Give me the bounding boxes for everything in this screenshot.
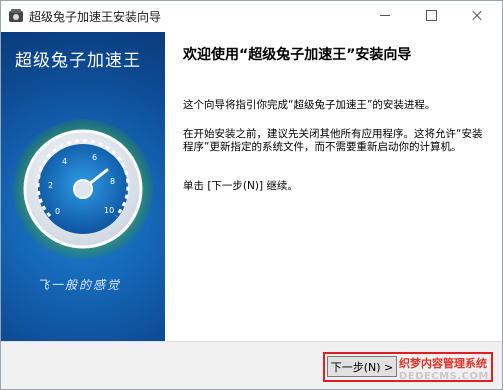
window-title: 超级兔子加速王安装向导 <box>29 10 162 24</box>
installer-window: 超级兔子加速王安装向导 超级兔子加速王 0 2 4 6 8 10 飞一般的感觉 … <box>0 0 503 390</box>
watermark-text: 织梦内容管理系统 <box>399 357 487 370</box>
continue-instruction: 单击 [下一步(N)] 继续。 <box>183 180 298 192</box>
minimize-icon <box>380 15 390 16</box>
page-title: 欢迎使用“超级兔子加速王”安装向导 <box>183 47 412 63</box>
gauge-tick-0: 0 <box>55 207 60 216</box>
maximize-button[interactable] <box>408 1 454 30</box>
gauge-tick-2: 2 <box>48 181 53 190</box>
intro-text: 这个向导将指引你完成“超级兔子加速王”的安装进程。 <box>183 99 436 111</box>
minimize-button[interactable] <box>362 1 408 30</box>
gauge-tick-4: 4 <box>62 157 67 166</box>
gauge-tick-8: 8 <box>110 177 115 186</box>
title-bar[interactable]: 超级兔子加速王安装向导 <box>1 1 502 32</box>
maximize-icon <box>426 10 437 21</box>
close-apps-advice: 在开始安装之前，建议先关闭其他所有应用程序。这将允许“安装程序”更新指定的系统文… <box>183 128 483 153</box>
gauge-tick-6: 6 <box>92 153 97 162</box>
app-icon <box>9 9 23 22</box>
close-button[interactable] <box>454 1 500 30</box>
banner-title: 超级兔子加速王 <box>15 51 141 71</box>
gauge-tick-10: 10 <box>104 206 114 215</box>
speedometer-icon: 0 2 4 6 8 10 <box>13 119 153 259</box>
button-bar: 下一步(N) > 织梦内容管理系统 DEDECMS.COM <box>1 341 502 389</box>
welcome-content: 欢迎使用“超级兔子加速王”安装向导 这个向导将指引你完成“超级兔子加速王”的安装… <box>165 32 502 341</box>
watermark-url: DEDECMS.COM <box>399 371 489 382</box>
banner-slogan: 飞一般的感觉 <box>37 278 122 292</box>
wizard-banner: 超级兔子加速王 0 2 4 6 8 10 飞一般的感觉 <box>1 32 165 341</box>
